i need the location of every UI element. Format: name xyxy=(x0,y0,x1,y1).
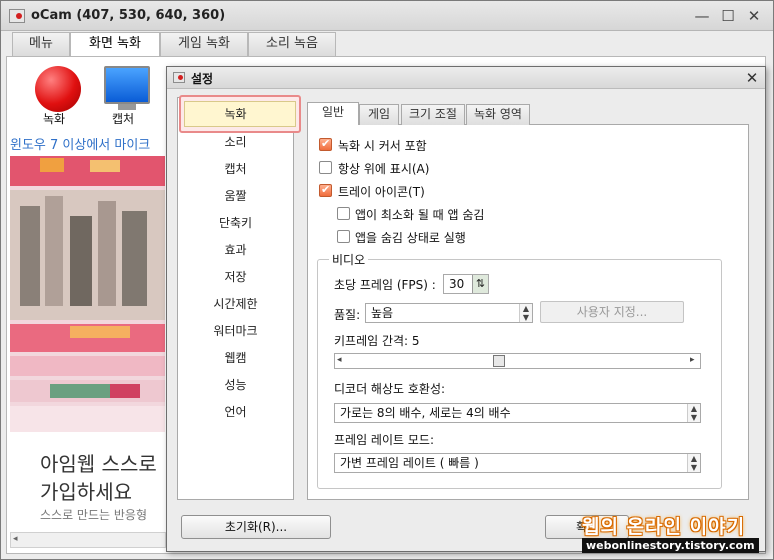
dialog-titlebar[interactable]: 설정 ✕ xyxy=(167,67,765,89)
minimize-button[interactable]: — xyxy=(689,5,715,27)
fps-value: 30 xyxy=(449,277,465,291)
scroll-left-icon[interactable]: ◂ xyxy=(13,534,18,544)
fps-label: 초당 프레임 (FPS) : xyxy=(334,278,436,292)
start-hidden-label[interactable]: 앱을 숨김 상태로 실행 xyxy=(355,229,466,246)
keyframe-slider[interactable]: ◂ ▸ xyxy=(334,353,701,369)
start-hidden-checkbox[interactable] xyxy=(337,230,350,243)
monitor-icon[interactable] xyxy=(104,66,150,104)
dialog-title: 설정 xyxy=(191,72,214,86)
always-on-top-label[interactable]: 항상 위에 표시(A) xyxy=(338,160,429,177)
dialog-close-button[interactable]: ✕ xyxy=(741,67,763,89)
web-heading-line1: 아임웹 스스로 xyxy=(40,452,157,476)
capture-label: 캡처 xyxy=(112,112,135,126)
tab-game-record[interactable]: 게임 녹화 xyxy=(160,32,248,56)
include-cursor-label[interactable]: 녹화 시 커서 포함 xyxy=(338,137,427,154)
tab-screen-record[interactable]: 화면 녹화 xyxy=(70,32,160,58)
category-effect[interactable]: 효과 xyxy=(178,238,293,262)
category-record[interactable]: 녹화 xyxy=(178,102,293,126)
tray-icon-checkbox[interactable] xyxy=(319,183,332,197)
spin-updown-icon[interactable]: ▲ ▼ xyxy=(687,404,700,422)
hide-on-minimize-label[interactable]: 앱이 최소화 될 때 앱 숨김 xyxy=(355,206,484,223)
pixelated-web-image xyxy=(10,156,165,432)
slider-left-icon[interactable]: ◂ xyxy=(337,355,342,365)
app-icon xyxy=(9,9,25,23)
quality-dropdown[interactable]: 높음 ▲ ▼ xyxy=(365,303,533,323)
watermark-url: webonlinestory.tistory.com xyxy=(582,538,759,553)
keyframe-slider-thumb[interactable] xyxy=(493,355,505,367)
category-performance[interactable]: 성능 xyxy=(178,373,293,397)
category-capture[interactable]: 캡처 xyxy=(178,157,293,181)
fps-input[interactable]: 30 ⇅ xyxy=(443,274,489,294)
category-webcam[interactable]: 웹캠 xyxy=(178,346,293,370)
framerate-mode-value: 가변 프레임 레이트 ( 빠름 ) xyxy=(340,456,479,470)
decoder-value: 가로는 8의 배수, 세로는 4의 배수 xyxy=(340,406,511,420)
tab-audio-record[interactable]: 소리 녹음 xyxy=(248,32,336,56)
category-time-limit[interactable]: 시간제한 xyxy=(178,292,293,316)
hide-on-minimize-checkbox[interactable] xyxy=(337,207,350,220)
keyframe-label: 키프레임 간격: 5 xyxy=(334,334,420,348)
maximize-button[interactable]: ☐ xyxy=(715,5,741,27)
decoder-dropdown[interactable]: 가로는 8의 배수, 세로는 4의 배수 ▲ ▼ xyxy=(334,403,701,423)
tab-resize[interactable]: 크기 조절 xyxy=(401,104,465,125)
close-button[interactable]: ✕ xyxy=(741,5,767,27)
tab-general[interactable]: 일반 xyxy=(307,102,359,125)
tray-icon-label[interactable]: 트레이 아이콘(T) xyxy=(338,183,425,200)
dialog-app-icon xyxy=(173,72,185,83)
custom-settings-button: 사용자 지정... xyxy=(540,301,684,323)
tab-game[interactable]: 게임 xyxy=(359,104,399,125)
tab-menu[interactable]: 메뉴 xyxy=(12,32,70,56)
web-heading-line2: 가입하세요 xyxy=(40,480,132,504)
web-banner-text[interactable]: 윈도우 7 이상에서 마이크 xyxy=(10,134,170,154)
category-save[interactable]: 저장 xyxy=(178,265,293,289)
decoder-label: 디코더 해상도 호환성: xyxy=(334,382,446,396)
framerate-mode-label: 프레임 레이트 모드: xyxy=(334,433,434,447)
framerate-mode-dropdown[interactable]: 가변 프레임 레이트 ( 빠름 ) ▲ ▼ xyxy=(334,453,701,473)
record-icon[interactable] xyxy=(35,66,81,112)
reset-button[interactable]: 초기화(R)... xyxy=(181,515,331,539)
always-on-top-checkbox[interactable] xyxy=(319,161,332,174)
horizontal-scrollbar[interactable]: ◂ xyxy=(10,532,166,548)
web-subtext: 스스로 만드는 반응형 xyxy=(40,508,147,522)
category-watermark[interactable]: 워터마크 xyxy=(178,319,293,343)
spin-updown-icon[interactable]: ▲ ▼ xyxy=(687,454,700,472)
category-hotkey[interactable]: 단축키 xyxy=(178,211,293,235)
category-sound[interactable]: 소리 xyxy=(178,130,293,154)
record-label: 녹화 xyxy=(43,112,66,126)
watermark-title: 웹의 온라인 이야기 xyxy=(582,516,746,538)
main-titlebar[interactable]: oCam (407, 530, 640, 360) — ☐ ✕ xyxy=(1,1,773,31)
category-gif[interactable]: 움짤 xyxy=(178,184,293,208)
quality-value: 높음 xyxy=(371,306,394,320)
web-heading: 아임웹 스스로 가입하세요 xyxy=(40,450,165,506)
include-cursor-checkbox[interactable] xyxy=(319,137,332,151)
settings-dialog: 설정 ✕ 녹화 소리 캡처 움짤 단축키 효과 저장 시간제한 워터마크 웹캠 … xyxy=(166,66,766,552)
main-tabbar: 메뉴 화면 녹화 게임 녹화 소리 녹음 xyxy=(6,32,766,58)
video-group-title: 비디오 xyxy=(329,251,369,268)
quality-label: 품질: xyxy=(334,308,361,322)
fps-spinner-icon[interactable]: ⇅ xyxy=(472,275,488,293)
spin-updown-icon[interactable]: ▲ ▼ xyxy=(519,304,532,322)
window-title: oCam (407, 530, 640, 360) xyxy=(31,8,226,23)
tab-record-area[interactable]: 녹화 영역 xyxy=(466,104,530,125)
category-language[interactable]: 언어 xyxy=(178,400,293,424)
slider-right-icon[interactable]: ▸ xyxy=(690,355,695,365)
